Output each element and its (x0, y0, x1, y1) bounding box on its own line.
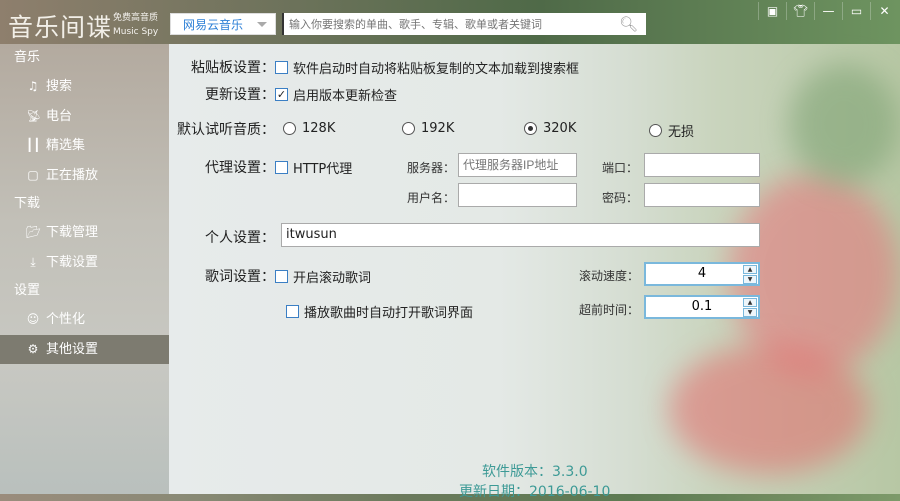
sidebar-item-label: 搜索 (46, 79, 73, 94)
source-value: 网易云音乐 (183, 17, 244, 32)
sidebar-item-now-playing[interactable]: ▢ 正在播放 (0, 161, 169, 191)
proxy-checkbox[interactable] (275, 160, 288, 174)
sidebar-item-download-manager[interactable]: 📂︎ 下载管理 (0, 218, 169, 248)
mini-mode-icon[interactable]: ▣ (758, 2, 786, 20)
maximize-icon[interactable]: ▭ (842, 2, 870, 20)
sidebar-item-label: 下载管理 (46, 225, 99, 240)
speed-value: 4 (697, 266, 707, 281)
radio-label: 无损 (668, 125, 695, 140)
chevron-down-icon (257, 22, 267, 27)
app-subtitle: 免费高音质 Music Spy (113, 11, 158, 39)
username-label: 用户名： (407, 191, 456, 205)
sidebar-section-music: 音乐 (14, 50, 41, 65)
quality-320k[interactable]: 320K (524, 121, 576, 136)
clipboard-label: 粘贴板设置： (191, 60, 275, 76)
proxy-username-input[interactable] (458, 183, 577, 207)
search-input[interactable] (289, 17, 609, 31)
sidebar-item-other-settings[interactable]: ⚙ 其他设置 (0, 334, 169, 364)
personal-input[interactable]: itwusun (281, 223, 760, 247)
decrement-icon[interactable]: ▼ (743, 308, 757, 317)
decrement-icon[interactable]: ▼ (743, 275, 757, 284)
sidebar: 音乐 ♫ 搜索 📡︎ 电台 ┃┃ 精选集 ▢ 正在播放 下载 📂︎ 下载管理 ⤓ 下载设置 … (0, 44, 169, 494)
sidebar-item-label: 其他设置 (46, 341, 99, 357)
scroll-lyrics-option[interactable]: 开启滚动歌词 (293, 267, 371, 286)
close-icon[interactable]: ✕ (870, 2, 898, 20)
skin-shirt-icon[interactable]: 👕︎ (786, 2, 814, 20)
subtitle-cn: 免费高音质 (113, 13, 159, 23)
sidebar-item-personalize[interactable]: ☺ 个性化 (0, 305, 169, 335)
app-logo: 音乐间谍 (8, 13, 113, 42)
sidebar-item-label: 精选集 (46, 138, 86, 153)
sidebar-item-label: 下载设置 (46, 254, 99, 270)
radio-button[interactable] (649, 124, 662, 137)
personal-label: 个人设置： (205, 230, 275, 246)
quality-192k[interactable]: 192K (402, 121, 454, 136)
lyrics-label: 歌词设置： (205, 269, 275, 285)
auto-lyrics-option[interactable]: 播放歌曲时自动打开歌词界面 (304, 302, 473, 321)
music-source-select[interactable]: 网易云音乐 (170, 13, 276, 35)
title-bar: 音乐间谍 免费高音质 Music Spy 网易云音乐 🔍︎ ▣ 👕︎ — ▭ ✕ (0, 0, 900, 44)
proxy-server-input[interactable] (458, 153, 577, 177)
folder-icon: 📂︎ (26, 225, 42, 239)
sidebar-item-label: 正在播放 (46, 167, 99, 183)
quality-label: 默认试听音质： (177, 122, 275, 138)
increment-icon[interactable]: ▲ (743, 265, 757, 274)
download-icon: ⤓ (30, 254, 36, 269)
radio-label: 320K (543, 121, 577, 136)
background-leaves (789, 64, 899, 184)
radio-button[interactable] (402, 122, 415, 135)
sidebar-section-settings: 设置 (14, 283, 41, 298)
sidebar-item-search[interactable]: ♫ 搜索 (0, 72, 169, 102)
search-icon[interactable]: 🔍︎ (619, 15, 638, 33)
update-option[interactable]: 启用版本更新检查 (293, 85, 397, 104)
advance-time-stepper[interactable]: 0.1 ▲ ▼ (644, 295, 760, 319)
radio-icon: 📡︎ (26, 108, 42, 123)
server-label: 服务器： (407, 161, 456, 175)
bars-icon: ┃┃ (26, 138, 41, 152)
play-screen-icon: ▢ (27, 167, 39, 182)
auto-lyrics-checkbox[interactable] (286, 305, 299, 318)
quality-lossless[interactable]: 无损 (649, 121, 694, 140)
sidebar-section-download: 下载 (14, 196, 41, 211)
proxy-port-input[interactable] (644, 153, 760, 177)
minimize-icon[interactable]: — (814, 2, 842, 20)
clipboard-checkbox[interactable] (275, 60, 288, 74)
scroll-speed-stepper[interactable]: 4 ▲ ▼ (644, 262, 760, 286)
gear-icon: ⚙ (27, 341, 39, 356)
increment-icon[interactable]: ▲ (743, 298, 757, 307)
radio-label: 192K (421, 121, 455, 136)
proxy-password-input[interactable] (644, 183, 760, 207)
sidebar-item-radio[interactable]: 📡︎ 电台 (0, 102, 169, 132)
sidebar-item-download-settings[interactable]: ⤓ 下载设置 (0, 248, 169, 278)
proxy-label: 代理设置： (205, 160, 275, 176)
advance-value: 0.1 (691, 299, 713, 314)
proxy-option[interactable]: HTTP代理 (293, 158, 352, 177)
music-note-icon: ♫ (27, 79, 39, 93)
password-label: 密码： (602, 191, 639, 205)
search-box[interactable]: 🔍︎ (282, 13, 646, 35)
radio-button[interactable] (524, 122, 537, 135)
update-date: 更新日期：2016-06-10 (459, 484, 611, 500)
software-version: 软件版本：3.3.0 (482, 464, 588, 480)
speed-label: 滚动速度： (579, 269, 640, 283)
quality-128k[interactable]: 128K (283, 121, 335, 136)
update-checkbox[interactable]: ✓ (275, 87, 288, 101)
radio-label: 128K (302, 121, 336, 136)
radio-button[interactable] (283, 122, 296, 135)
sidebar-item-label: 个性化 (46, 312, 86, 327)
subtitle-en: Music Spy (113, 27, 159, 37)
advance-label: 超前时间： (579, 303, 640, 317)
clipboard-option[interactable]: 软件启动时自动将粘贴板复制的文本加载到搜索框 (293, 58, 579, 77)
sidebar-item-collections[interactable]: ┃┃ 精选集 (0, 131, 169, 161)
user-icon: ☺ (26, 312, 40, 326)
sidebar-item-label: 电台 (46, 108, 73, 124)
port-label: 端口： (602, 161, 639, 175)
update-label: 更新设置： (205, 87, 275, 103)
settings-panel: 粘贴板设置： 软件启动时自动将粘贴板复制的文本加载到搜索框 更新设置： ✓ 启用版本更… (169, 44, 900, 500)
background-flower (669, 344, 869, 474)
scroll-lyrics-checkbox[interactable] (275, 269, 288, 283)
